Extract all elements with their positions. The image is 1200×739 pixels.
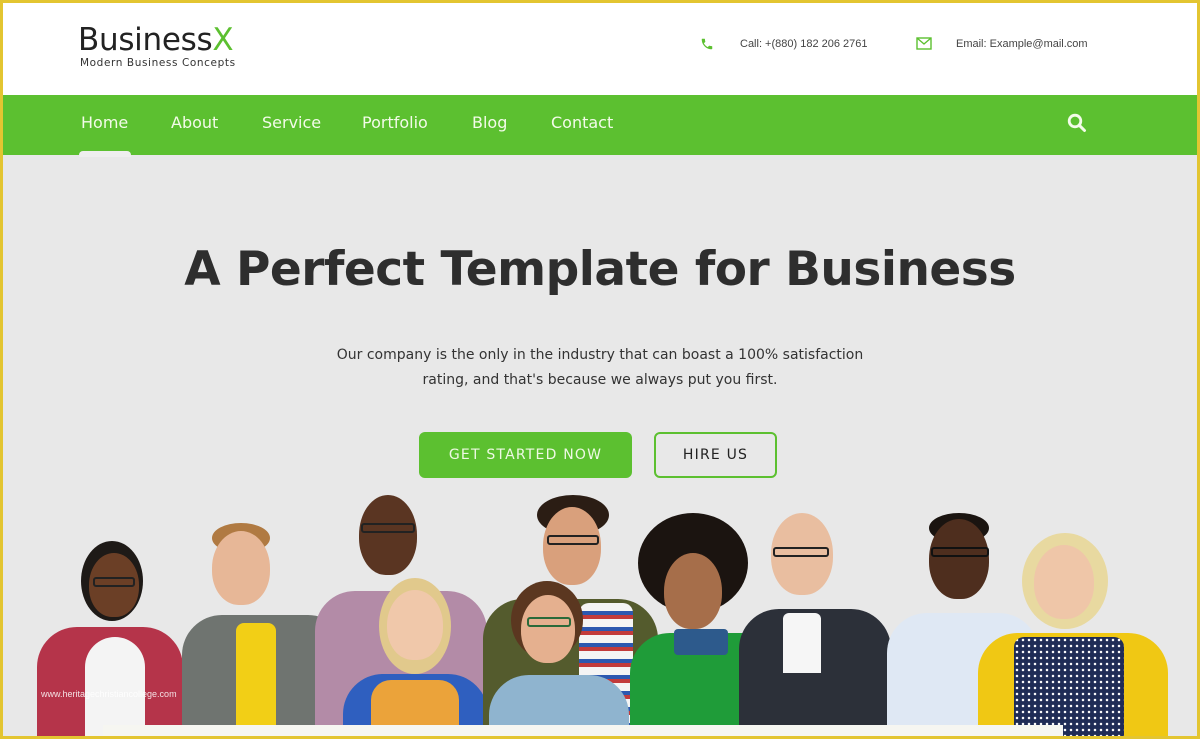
hero-title: A Perfect Template for Business xyxy=(184,242,1016,297)
logo[interactable]: BusinessX Modern Business Concepts xyxy=(78,23,236,69)
nav-item-service[interactable]: Service xyxy=(262,113,321,132)
nav-item-contact[interactable]: Contact xyxy=(551,113,613,132)
person-figure xyxy=(483,581,633,736)
logo-tagline: Modern Business Concepts xyxy=(80,57,236,69)
nav-item-home[interactable]: Home xyxy=(81,113,128,132)
email-text[interactable]: Email: Example@mail.com xyxy=(956,38,1088,50)
hero-description: Our company is the only in the industry … xyxy=(303,343,897,393)
page-frame: BusinessX Modern Business Concepts Call:… xyxy=(3,3,1197,736)
phone-text[interactable]: Call: +(880) 182 206 2761 xyxy=(740,38,868,50)
watermark-text: www.heritagechristiancollege.com xyxy=(41,689,177,699)
nav-item-portfolio[interactable]: Portfolio xyxy=(362,113,428,132)
logo-accent: X xyxy=(212,22,234,58)
active-tab-indicator xyxy=(79,151,131,157)
hero-people-image xyxy=(3,483,1197,736)
person-figure xyxy=(978,533,1168,736)
person-figure xyxy=(343,578,488,736)
person-figure xyxy=(733,513,893,736)
blank-sign xyxy=(103,725,1063,736)
person-figure xyxy=(33,541,183,736)
get-started-button[interactable]: GET STARTED NOW xyxy=(419,432,632,478)
hire-us-button[interactable]: HIRE US xyxy=(654,432,777,478)
nav-item-blog[interactable]: Blog xyxy=(472,113,507,132)
phone-icon xyxy=(700,37,716,51)
search-icon[interactable] xyxy=(1067,113,1087,133)
nav-item-about[interactable]: About xyxy=(171,113,218,132)
hero-description-line-1: Our company is the only in the industry … xyxy=(336,347,864,363)
logo-wordmark: BusinessX xyxy=(78,23,236,57)
envelope-icon xyxy=(916,37,932,51)
contact-phone: Call: +(880) 182 206 2761 xyxy=(700,37,868,51)
hero-description-line-2: rating, and that's because we always put… xyxy=(422,372,778,388)
top-header: BusinessX Modern Business Concepts Call:… xyxy=(3,3,1197,95)
logo-name: Business xyxy=(78,22,213,58)
contact-email: Email: Example@mail.com xyxy=(916,37,1088,51)
main-nav: Home About Service Portfolio Blog Contac… xyxy=(3,95,1197,157)
